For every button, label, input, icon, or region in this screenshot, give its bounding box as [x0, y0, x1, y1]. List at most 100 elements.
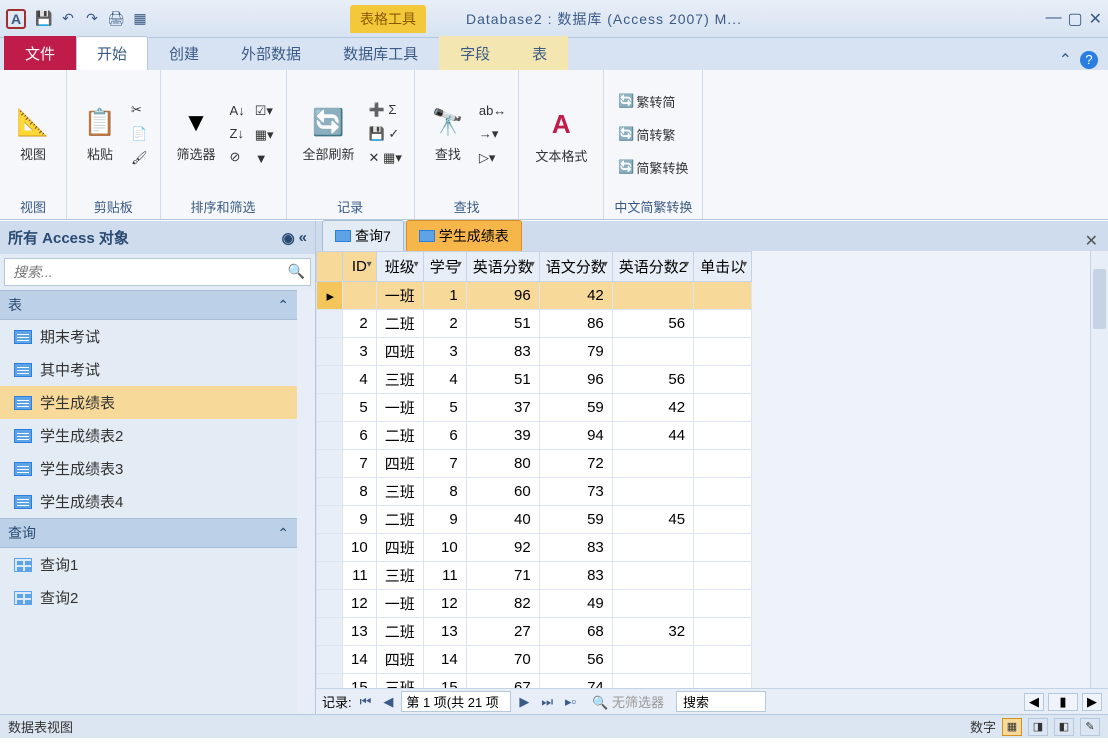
cell[interactable]	[612, 478, 693, 506]
cell[interactable]: 一班	[376, 590, 423, 618]
chart-view-button[interactable]: ◧	[1054, 718, 1074, 736]
row-selector[interactable]	[317, 478, 343, 506]
selection-button[interactable]: ☑▾	[253, 101, 276, 121]
cell[interactable]	[612, 590, 693, 618]
cell[interactable]: 67	[466, 674, 539, 689]
row-selector[interactable]	[317, 394, 343, 422]
nav-table-item[interactable]: 学生成绩表	[0, 386, 297, 419]
cell[interactable]: 二班	[376, 422, 423, 450]
close-tab-button[interactable]: ✕	[1085, 231, 1098, 251]
cell[interactable]	[694, 450, 752, 478]
paste-button[interactable]: 📋 粘贴	[77, 102, 123, 167]
last-record-button[interactable]: ⏭	[537, 694, 557, 710]
print-icon[interactable]: 🖨	[106, 9, 126, 29]
tab-dbtools[interactable]: 数据库工具	[322, 36, 439, 70]
table-row[interactable]: 11三班117183	[317, 562, 752, 590]
row-selector[interactable]	[317, 618, 343, 646]
row-selector[interactable]	[317, 422, 343, 450]
sort-asc-button[interactable]: A↓	[228, 101, 247, 120]
select-all-cell[interactable]	[317, 252, 343, 282]
table-row[interactable]: 6二班6399444	[317, 422, 752, 450]
cell[interactable]: 82	[466, 590, 539, 618]
category-queries[interactable]: 查询⌃	[0, 518, 297, 548]
tab-home[interactable]: 开始	[76, 36, 148, 70]
grid-search-input[interactable]	[676, 691, 766, 712]
cell[interactable]: 1	[423, 282, 466, 310]
cell[interactable]: 一班	[376, 394, 423, 422]
cell[interactable]: 9	[423, 506, 466, 534]
select-button[interactable]: ▷▾	[477, 148, 508, 168]
tab-table[interactable]: 表	[511, 36, 568, 70]
cell[interactable]: 8	[423, 478, 466, 506]
cell[interactable]: 83	[539, 562, 612, 590]
table-row[interactable]: 14四班147056	[317, 646, 752, 674]
table-row[interactable]: 10四班109283	[317, 534, 752, 562]
dropdown-icon[interactable]: ▾	[457, 259, 462, 270]
chinese-convert-button[interactable]: 🔄 简繁转换	[616, 156, 690, 179]
datasheet-view-button[interactable]: ▦	[1002, 718, 1022, 736]
design-view-button[interactable]: ✎	[1080, 718, 1100, 736]
row-selector[interactable]: ▸	[317, 282, 343, 310]
cell[interactable]: 2	[423, 310, 466, 338]
column-header[interactable]: 英语分数2▾	[612, 252, 693, 282]
table-row[interactable]: 13二班13276832	[317, 618, 752, 646]
cell[interactable]: 45	[612, 506, 693, 534]
cell[interactable]: 11	[343, 562, 377, 590]
row-selector[interactable]	[317, 506, 343, 534]
cell[interactable]: 6	[423, 422, 466, 450]
cell[interactable]: 68	[539, 618, 612, 646]
cell[interactable]: 11	[423, 562, 466, 590]
cell[interactable]: 42	[612, 394, 693, 422]
row-selector[interactable]	[317, 310, 343, 338]
cell[interactable]: 56	[612, 310, 693, 338]
close-button[interactable]: ✕	[1089, 9, 1102, 29]
row-selector[interactable]	[317, 562, 343, 590]
minimize-ribbon-icon[interactable]: ⌃	[1059, 50, 1072, 70]
cell[interactable]	[694, 366, 752, 394]
cell[interactable]: 56	[539, 646, 612, 674]
category-tables[interactable]: 表⌃	[0, 290, 297, 320]
cell[interactable]: 12	[423, 590, 466, 618]
cell[interactable]	[612, 646, 693, 674]
delete-record-button[interactable]: ✕ ▦▾	[367, 148, 404, 168]
cell[interactable]: 四班	[376, 450, 423, 478]
cell[interactable]: 四班	[376, 646, 423, 674]
copy-button[interactable]: 📄	[129, 124, 150, 144]
cell[interactable]: 73	[539, 478, 612, 506]
record-position-input[interactable]	[401, 691, 511, 712]
filter-button[interactable]: ▼ 筛选器	[171, 102, 222, 167]
nav-query-item[interactable]: 查询2	[0, 581, 297, 614]
column-header[interactable]: 英语分数▾	[466, 252, 539, 282]
cell[interactable]: 74	[539, 674, 612, 689]
cell[interactable]: 60	[466, 478, 539, 506]
dropdown-icon[interactable]: ▾	[367, 259, 372, 270]
cell[interactable]	[612, 338, 693, 366]
search-icon[interactable]: 🔍	[288, 263, 305, 280]
table-row[interactable]: ▸一班19642	[317, 282, 752, 310]
tab-create[interactable]: 创建	[148, 36, 220, 70]
cell[interactable]: 12	[343, 590, 377, 618]
toggle-filter-button[interactable]: ▼	[253, 149, 276, 168]
nav-table-item[interactable]: 学生成绩表2	[0, 419, 297, 452]
cell[interactable]: 83	[466, 338, 539, 366]
cell[interactable]: 14	[423, 646, 466, 674]
cell[interactable]: 32	[612, 618, 693, 646]
cell[interactable]: 15	[343, 674, 377, 689]
replace-button[interactable]: ab↔	[477, 101, 508, 120]
cell[interactable]: 二班	[376, 618, 423, 646]
simp-to-trad-button[interactable]: 🔄 简转繁	[616, 123, 690, 146]
doctab-query7[interactable]: 查询7	[322, 220, 404, 251]
refresh-button[interactable]: 🔄 全部刷新	[297, 102, 361, 167]
nav-table-item[interactable]: 学生成绩表4	[0, 485, 297, 518]
hscroll-right[interactable]: ▶	[1082, 693, 1102, 711]
cell[interactable]: 94	[539, 422, 612, 450]
cell[interactable]: 二班	[376, 506, 423, 534]
tab-external[interactable]: 外部数据	[220, 36, 322, 70]
undo-icon[interactable]: ↶	[58, 9, 78, 29]
cell[interactable]	[694, 562, 752, 590]
cell[interactable]	[612, 450, 693, 478]
prev-record-button[interactable]: ◀	[379, 694, 397, 710]
column-header[interactable]: 单击以▾	[694, 252, 752, 282]
table-row[interactable]: 3四班38379	[317, 338, 752, 366]
column-header[interactable]: 学号▾	[423, 252, 466, 282]
